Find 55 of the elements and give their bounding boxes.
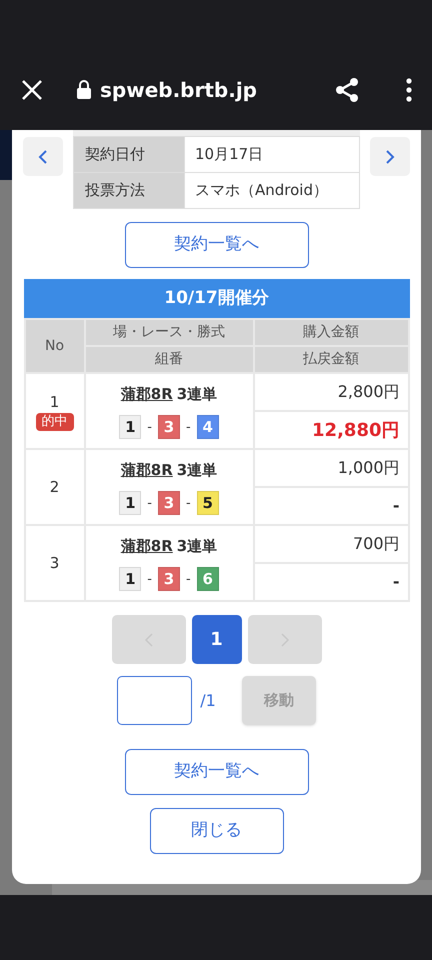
payout-amount: - [254,487,408,525]
boat-number: 1 [119,491,142,516]
background-header [0,130,12,180]
contract-list-button[interactable]: 契約一覧へ [124,749,308,795]
bet-amount: 700円 [254,525,408,563]
contract-list-button[interactable]: 契約一覧へ [124,222,308,268]
bet-amount: 1,000円 [254,449,408,487]
boat-number: 3 [158,491,180,516]
race-link[interactable]: 蒲郡8R [120,534,173,558]
boat-number: 6 [196,567,219,592]
share-icon[interactable] [334,77,360,103]
separator-text: - [147,570,152,588]
info-value: 10月17日 [184,136,360,172]
hit-badge: 的中 [36,413,74,432]
boat-number: 4 [196,415,219,440]
separator-text: - [186,494,191,512]
close-icon[interactable] [20,78,44,102]
bet-amount: 2,800円 [254,373,408,411]
lock-icon [76,80,92,100]
table-header: 組番 [84,346,254,373]
row-number: 3 [50,552,60,574]
boat-number: 3 [158,415,180,440]
bet-type: 3連単 [176,460,218,481]
boat-number: 5 [196,491,219,516]
info-value: スマホ（Android） [184,172,360,208]
separator-text: - [186,570,191,588]
more-icon[interactable] [406,78,412,102]
row-number: 2 [50,476,60,498]
page-total: /1 [200,690,216,712]
close-button[interactable]: 閉じる [150,808,284,854]
url-text[interactable]: spweb.brtb.jp [100,75,334,105]
page-button[interactable]: 1 [192,615,242,664]
row-number: 1 [50,392,60,413]
boat-number: 3 [158,567,180,592]
table-header: 場・レース・勝式 [84,319,254,346]
boat-number: 1 [119,567,142,592]
boat-number: 1 [119,415,142,440]
page-input[interactable] [117,676,192,725]
chevron-right-icon [385,148,395,164]
info-label: 投票方法 [74,172,184,208]
separator-text: - [186,418,191,436]
separator-text: - [147,418,152,436]
separator-text: - [147,494,152,512]
table-header: 購入金額 [254,319,408,346]
race-link[interactable]: 蒲郡8R [120,382,173,406]
bet-type: 3連単 [176,384,218,405]
info-label: 契約日付 [74,136,184,172]
chevron-left-icon [38,148,48,164]
table-header: 払戻金額 [254,346,408,373]
payout-amount: - [254,563,408,601]
payout-amount: 12,880円 [254,411,408,449]
table-header: No [24,319,84,373]
race-link[interactable]: 蒲郡8R [120,458,173,482]
table-title: 10/17開催分 [24,279,410,318]
bet-type: 3連単 [176,536,218,557]
